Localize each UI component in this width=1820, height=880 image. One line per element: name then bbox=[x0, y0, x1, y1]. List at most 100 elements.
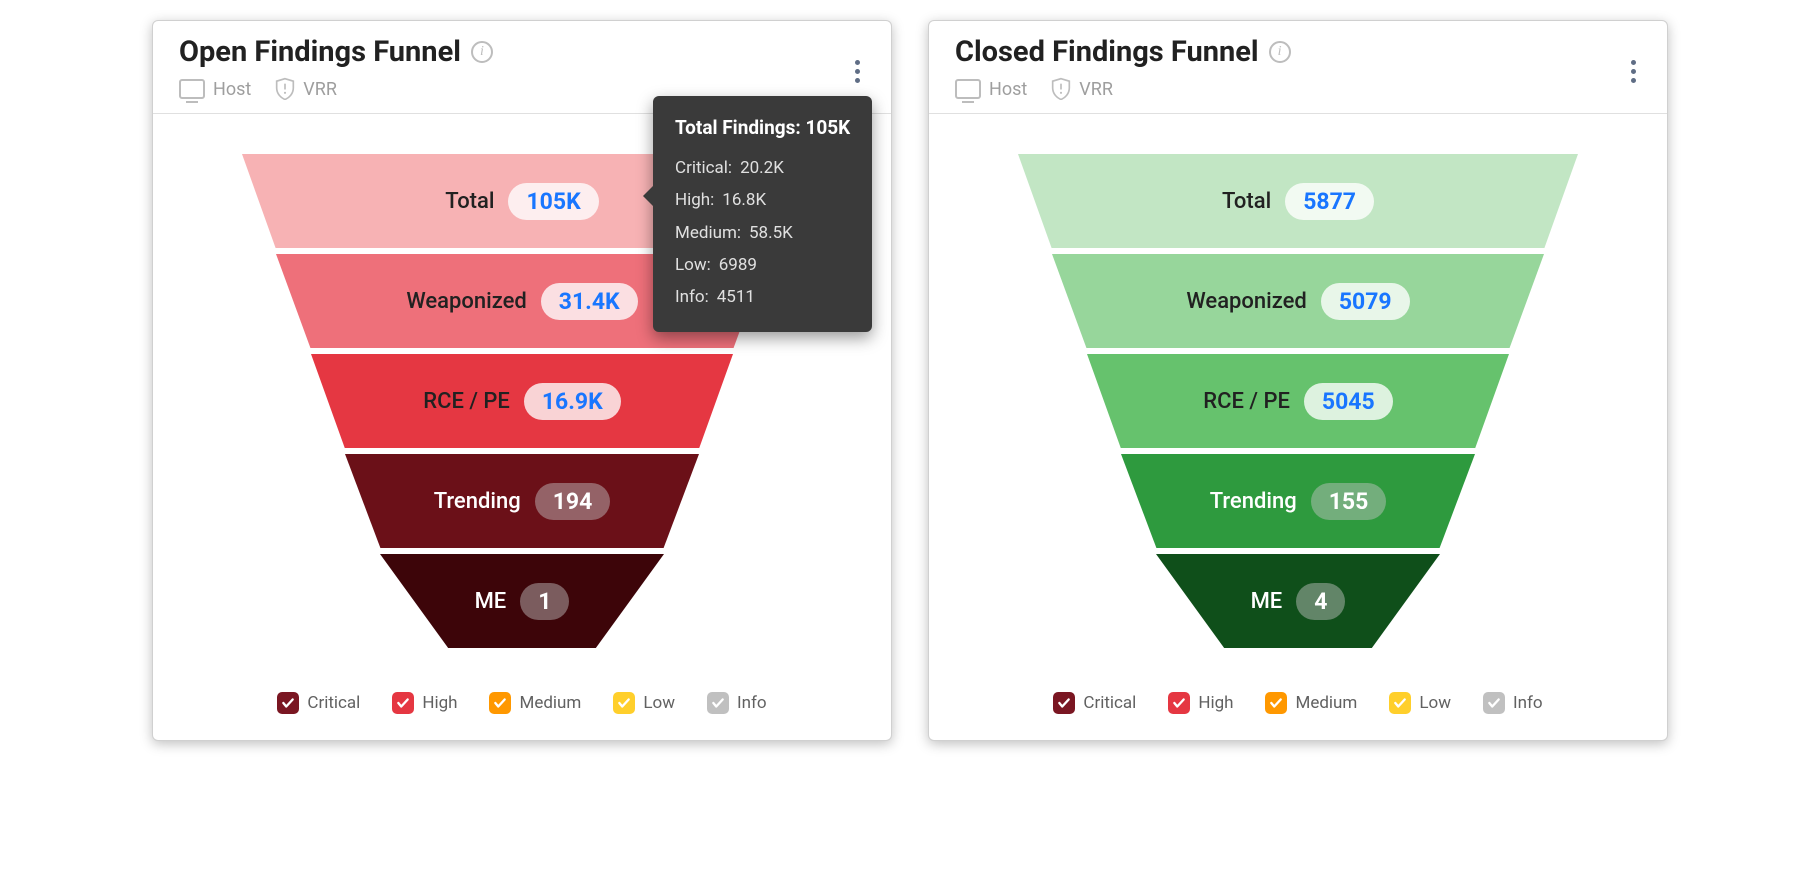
shield-icon bbox=[275, 77, 295, 101]
checkbox-icon bbox=[277, 692, 299, 714]
segment-value-badge: 194 bbox=[535, 483, 611, 520]
checkbox-icon bbox=[392, 692, 414, 714]
segment-value-badge: 105K bbox=[508, 183, 598, 220]
risk-score-vrr[interactable]: VRR bbox=[275, 77, 337, 101]
segment-label: Total bbox=[1222, 189, 1271, 214]
tooltip-row: High:16.8K bbox=[675, 184, 850, 216]
funnel-segment-weaponized[interactable]: Weaponized 5079 bbox=[1052, 254, 1544, 348]
asset-type-host[interactable]: Host bbox=[955, 79, 1027, 100]
legend-item-high[interactable]: High bbox=[1168, 692, 1233, 714]
legend-label: Low bbox=[643, 693, 675, 713]
card-title-text: Open Findings Funnel bbox=[179, 35, 461, 69]
closed-findings-card: Closed Findings Funnel i Host VRR Total 5877 W… bbox=[928, 20, 1668, 741]
risk-score-vrr[interactable]: VRR bbox=[1051, 77, 1113, 101]
segment-value-badge: 16.9K bbox=[524, 383, 621, 420]
vrr-label: VRR bbox=[303, 79, 337, 100]
segment-label: Trending bbox=[1210, 489, 1297, 514]
segment-value-badge: 5877 bbox=[1285, 183, 1374, 220]
severity-legend: Critical High Medium Low Info bbox=[929, 674, 1667, 740]
funnel-chart: Total 105K Weaponized 31.4K RCE / PE 16.9K Tre… bbox=[153, 114, 891, 674]
legend-label: Medium bbox=[519, 693, 581, 713]
funnel-segment-me[interactable]: ME4 bbox=[1156, 554, 1440, 648]
funnel: Total 5877 Weaponized 5079 RCE / PE 5045 Trend… bbox=[1018, 154, 1578, 654]
monitor-icon bbox=[955, 79, 981, 99]
segment-value-badge: 5079 bbox=[1321, 283, 1410, 320]
funnel-segment-rce-pe[interactable]: RCE / PE 5045 bbox=[1087, 354, 1509, 448]
legend-label: High bbox=[422, 693, 457, 713]
funnel-segment-rce-pe[interactable]: RCE / PE 16.9K bbox=[311, 354, 733, 448]
legend-label: Medium bbox=[1295, 693, 1357, 713]
legend-item-info[interactable]: Info bbox=[707, 692, 767, 714]
funnel-segment-trending[interactable]: Trending 155 bbox=[1121, 454, 1475, 548]
severity-legend: Critical High Medium Low Info bbox=[153, 674, 891, 740]
segment-value-badge: 1 bbox=[520, 583, 569, 620]
checkbox-icon bbox=[1389, 692, 1411, 714]
tooltip-row-value: 20.2K bbox=[740, 152, 784, 184]
checkbox-icon bbox=[707, 692, 729, 714]
tooltip-row-label: Info: bbox=[675, 281, 709, 313]
funnel-segment-trending[interactable]: Trending 194 bbox=[345, 454, 699, 548]
legend-label: Critical bbox=[307, 693, 360, 713]
tooltip-row: Medium:58.5K bbox=[675, 217, 850, 249]
segment-value-badge: 31.4K bbox=[541, 283, 638, 320]
legend-label: Low bbox=[1419, 693, 1451, 713]
card-subhead: Host VRR bbox=[955, 77, 1641, 101]
checkbox-icon bbox=[1168, 692, 1190, 714]
segment-label: Trending bbox=[434, 489, 521, 514]
segment-value-badge: 5045 bbox=[1304, 383, 1393, 420]
tooltip-title-value: 105K bbox=[805, 116, 850, 139]
open-findings-card: Open Findings Funnel i Host VRR Total 105K Wea… bbox=[152, 20, 892, 741]
legend-item-medium[interactable]: Medium bbox=[489, 692, 581, 714]
shield-icon bbox=[1051, 77, 1071, 101]
legend-item-critical[interactable]: Critical bbox=[277, 692, 360, 714]
tooltip-row-value: 16.8K bbox=[722, 184, 766, 216]
legend-item-critical[interactable]: Critical bbox=[1053, 692, 1136, 714]
legend-item-low[interactable]: Low bbox=[1389, 692, 1451, 714]
vrr-label: VRR bbox=[1079, 79, 1113, 100]
segment-label: Weaponized bbox=[1186, 289, 1306, 314]
tooltip-row-value: 6989 bbox=[719, 249, 757, 281]
checkbox-icon bbox=[489, 692, 511, 714]
tooltip-row: Critical:20.2K bbox=[675, 152, 850, 184]
tooltip-row-label: Critical: bbox=[675, 152, 732, 184]
checkbox-icon bbox=[1053, 692, 1075, 714]
checkbox-icon bbox=[1265, 692, 1287, 714]
segment-label: Weaponized bbox=[406, 289, 526, 314]
checkbox-icon bbox=[1483, 692, 1505, 714]
segment-label: RCE / PE bbox=[1203, 389, 1290, 414]
funnel-segment-total[interactable]: Total 5877 bbox=[1018, 154, 1578, 248]
info-icon[interactable]: i bbox=[1269, 41, 1291, 63]
tooltip-row-label: High: bbox=[675, 184, 714, 216]
legend-label: Info bbox=[737, 693, 767, 713]
card-menu-button[interactable] bbox=[1621, 59, 1645, 83]
legend-label: High bbox=[1198, 693, 1233, 713]
card-menu-button[interactable] bbox=[845, 59, 869, 83]
funnel-chart: Total 5877 Weaponized 5079 RCE / PE 5045 Trend… bbox=[929, 114, 1667, 674]
card-title-text: Closed Findings Funnel bbox=[955, 35, 1259, 69]
funnel-tooltip: Total Findings: 105KCritical:20.2KHigh:1… bbox=[653, 96, 872, 332]
tooltip-row-value: 58.5K bbox=[749, 217, 793, 249]
segment-label: ME bbox=[1251, 589, 1283, 614]
tooltip-row: Info:4511 bbox=[675, 281, 850, 313]
info-icon[interactable]: i bbox=[471, 41, 493, 63]
card-header: Closed Findings Funnel i Host VRR bbox=[929, 21, 1667, 114]
card-title: Open Findings Funnel i bbox=[179, 35, 865, 69]
segment-value-badge: 155 bbox=[1311, 483, 1387, 520]
segment-label: Total bbox=[445, 189, 494, 214]
tooltip-row: Low:6989 bbox=[675, 249, 850, 281]
checkbox-icon bbox=[613, 692, 635, 714]
card-title: Closed Findings Funnel i bbox=[955, 35, 1641, 69]
tooltip-row-value: 4511 bbox=[717, 281, 755, 313]
host-label: Host bbox=[213, 79, 251, 100]
funnel-segment-me[interactable]: ME1 bbox=[380, 554, 664, 648]
segment-label: RCE / PE bbox=[423, 389, 510, 414]
legend-label: Critical bbox=[1083, 693, 1136, 713]
legend-item-low[interactable]: Low bbox=[613, 692, 675, 714]
monitor-icon bbox=[179, 79, 205, 99]
tooltip-row-label: Low: bbox=[675, 249, 711, 281]
legend-item-medium[interactable]: Medium bbox=[1265, 692, 1357, 714]
legend-item-info[interactable]: Info bbox=[1483, 692, 1543, 714]
asset-type-host[interactable]: Host bbox=[179, 79, 251, 100]
legend-item-high[interactable]: High bbox=[392, 692, 457, 714]
tooltip-row-label: Medium: bbox=[675, 217, 741, 249]
